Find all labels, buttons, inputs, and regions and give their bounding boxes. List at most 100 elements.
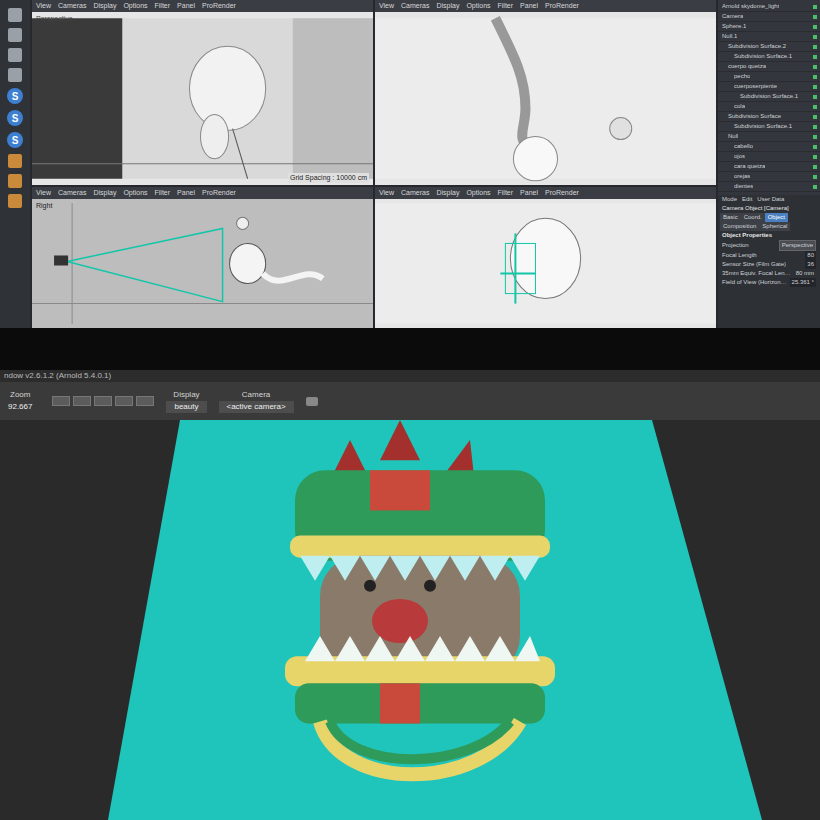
object-row[interactable]: cara quetza — [718, 162, 820, 172]
primitive-icon[interactable] — [8, 68, 22, 82]
primitive-icon[interactable] — [8, 8, 22, 22]
view-button-icon[interactable] — [52, 396, 70, 406]
object-row[interactable]: Subdivision Surface.1 — [718, 52, 820, 62]
viewport[interactable]: View Cameras Display Options Filter Panel ProR… — [32, 0, 373, 185]
attribute-menu-item[interactable]: User Data — [757, 195, 784, 204]
check-icon[interactable] — [813, 135, 817, 139]
tool-button[interactable]: S — [7, 88, 23, 104]
viewport-menu-item[interactable]: Display — [93, 1, 116, 11]
attribute-menu-item[interactable]: Edit — [742, 195, 752, 204]
object-row[interactable]: ojos — [718, 152, 820, 162]
object-row[interactable]: Subdivision Surface — [718, 112, 820, 122]
camera-dropdown[interactable]: <active camera> — [219, 401, 294, 413]
object-row[interactable]: Camera — [718, 12, 820, 22]
tool-button[interactable]: S — [7, 110, 23, 126]
view-button-icon[interactable] — [94, 396, 112, 406]
viewport-menu-item[interactable]: Options — [123, 1, 147, 11]
attribute-value[interactable]: Perspective — [779, 240, 816, 251]
attribute-value[interactable]: 80 — [805, 251, 816, 260]
object-row[interactable]: dientes — [718, 182, 820, 192]
viewport-menu-item[interactable]: Filter — [498, 1, 514, 11]
view-button-icon[interactable] — [115, 396, 133, 406]
check-icon[interactable] — [813, 45, 817, 49]
check-icon[interactable] — [813, 175, 817, 179]
check-icon[interactable] — [813, 145, 817, 149]
snapshot-icon[interactable] — [306, 397, 318, 406]
viewport-menu-item[interactable]: Display — [436, 1, 459, 11]
viewport[interactable]: View Cameras Display Options Filter Panel ProR… — [375, 187, 716, 328]
tool-icon[interactable] — [8, 174, 22, 188]
viewport-menu-item[interactable]: Cameras — [58, 1, 86, 11]
viewport-menu-item[interactable]: Panel — [520, 1, 538, 11]
viewport-menu-item[interactable]: Filter — [155, 188, 171, 198]
check-icon[interactable] — [813, 155, 817, 159]
object-row[interactable]: cuerpo quetza — [718, 62, 820, 72]
viewport-menu-item[interactable]: ProRender — [202, 1, 236, 11]
viewport-menu-item[interactable]: ProRender — [545, 188, 579, 198]
zoom-field[interactable]: Zoom92.667 — [8, 389, 32, 413]
attribute-value[interactable]: 36 — [805, 260, 816, 269]
object-row[interactable]: Subdivision Surface.1 — [718, 122, 820, 132]
viewport-menu-item[interactable]: Options — [466, 188, 490, 198]
display-dropdown[interactable]: beauty — [166, 401, 206, 413]
check-icon[interactable] — [813, 95, 817, 99]
primitive-icon[interactable] — [8, 48, 22, 62]
viewport-menu-item[interactable]: ProRender — [545, 1, 579, 11]
object-row[interactable]: Arnold skydome_light — [718, 2, 820, 12]
viewport-menu-item[interactable]: Cameras — [58, 188, 86, 198]
viewport-menu-item[interactable]: View — [379, 1, 394, 11]
check-icon[interactable] — [813, 105, 817, 109]
object-row[interactable]: Subdivision Surface.2 — [718, 42, 820, 52]
check-icon[interactable] — [813, 65, 817, 69]
primitive-icon[interactable] — [8, 28, 22, 42]
check-icon[interactable] — [813, 35, 817, 39]
check-icon[interactable] — [813, 115, 817, 119]
viewport-menu-item[interactable]: Options — [123, 188, 147, 198]
viewport-menu-item[interactable]: Panel — [177, 188, 195, 198]
tool-icon[interactable] — [8, 194, 22, 208]
check-icon[interactable] — [813, 15, 817, 19]
check-icon[interactable] — [813, 5, 817, 9]
attribute-tab[interactable]: Object — [765, 213, 788, 222]
object-row[interactable]: cuerposerpiente — [718, 82, 820, 92]
viewport-menu-item[interactable]: View — [36, 1, 51, 11]
attribute-value[interactable]: 25.361 ° — [790, 278, 816, 287]
object-row[interactable]: Null — [718, 132, 820, 142]
viewport-menu-item[interactable]: Cameras — [401, 188, 429, 198]
check-icon[interactable] — [813, 165, 817, 169]
object-row[interactable]: cola — [718, 102, 820, 112]
viewport-menu-item[interactable]: ProRender — [202, 188, 236, 198]
check-icon[interactable] — [813, 125, 817, 129]
object-row[interactable]: pecho — [718, 72, 820, 82]
attribute-tab[interactable]: Spherical — [759, 222, 790, 231]
check-icon[interactable] — [813, 85, 817, 89]
attribute-menu-item[interactable]: Mode — [722, 195, 737, 204]
viewport-menu-item[interactable]: Filter — [155, 1, 171, 11]
view-button-icon[interactable] — [73, 396, 91, 406]
object-row[interactable]: Subdivision Surface.1 — [718, 92, 820, 102]
attribute-value[interactable]: 80 mm — [794, 269, 816, 278]
object-row[interactable]: cabello — [718, 142, 820, 152]
view-button-icon[interactable] — [136, 396, 154, 406]
viewport-menu-item[interactable]: Panel — [177, 1, 195, 11]
viewport-menu-item[interactable]: Options — [466, 1, 490, 11]
viewport-menu-item[interactable]: View — [379, 188, 394, 198]
tool-button[interactable]: S — [7, 132, 23, 148]
viewport-menu-item[interactable]: Display — [436, 188, 459, 198]
object-row[interactable]: Sphere.1 — [718, 22, 820, 32]
attribute-tab[interactable]: Composition — [720, 222, 759, 231]
viewport-menu-item[interactable]: View — [36, 188, 51, 198]
viewport-menu-item[interactable]: Cameras — [401, 1, 429, 11]
viewport-menu-item[interactable]: Filter — [498, 188, 514, 198]
attribute-tab[interactable]: Coord. — [741, 213, 765, 222]
viewport[interactable]: View Cameras Display Options Filter Panel ProR… — [32, 187, 373, 328]
check-icon[interactable] — [813, 185, 817, 189]
tool-icon[interactable] — [8, 154, 22, 168]
check-icon[interactable] — [813, 25, 817, 29]
check-icon[interactable] — [813, 75, 817, 79]
check-icon[interactable] — [813, 55, 817, 59]
viewport[interactable]: View Cameras Display Options Filter Panel ProR… — [375, 0, 716, 185]
viewport-menu-item[interactable]: Panel — [520, 188, 538, 198]
viewport-menu-item[interactable]: Display — [93, 188, 116, 198]
object-row[interactable]: Null.1 — [718, 32, 820, 42]
